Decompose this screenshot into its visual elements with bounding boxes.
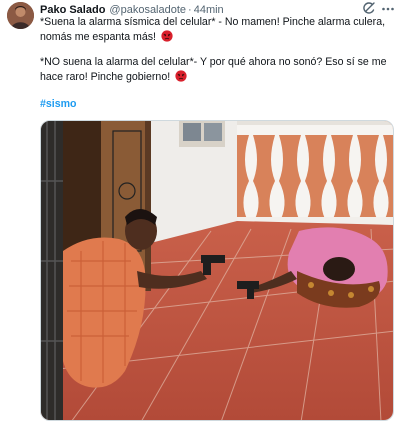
tweet-paragraph-2: *NO suena la alarma del celular*- Y por … <box>40 55 392 85</box>
photo-illustration <box>41 121 393 420</box>
hashtag-link[interactable]: #sismo <box>40 98 77 110</box>
angry-face-icon <box>175 70 187 82</box>
tweet-line: *NO suena la alarma del celular*- Y por … <box>40 56 387 68</box>
tweet-line: nomás me espanta más! <box>40 31 156 43</box>
tweet-text: *Suena la alarma sísmica del celular* - … <box>40 15 392 85</box>
tweet[interactable]: Pako Salado @pakosaladote · 44min *Suena… <box>0 0 400 423</box>
angry-face-icon <box>161 30 173 42</box>
tweet-photo[interactable] <box>40 120 394 421</box>
avatar[interactable] <box>7 2 34 29</box>
tweet-paragraph-1: *Suena la alarma sísmica del celular* - … <box>40 15 392 45</box>
tweet-line: *Suena la alarma sísmica del celular* - … <box>40 16 386 28</box>
tweet-line: hace raro! Pinche gobierno! <box>40 71 171 83</box>
